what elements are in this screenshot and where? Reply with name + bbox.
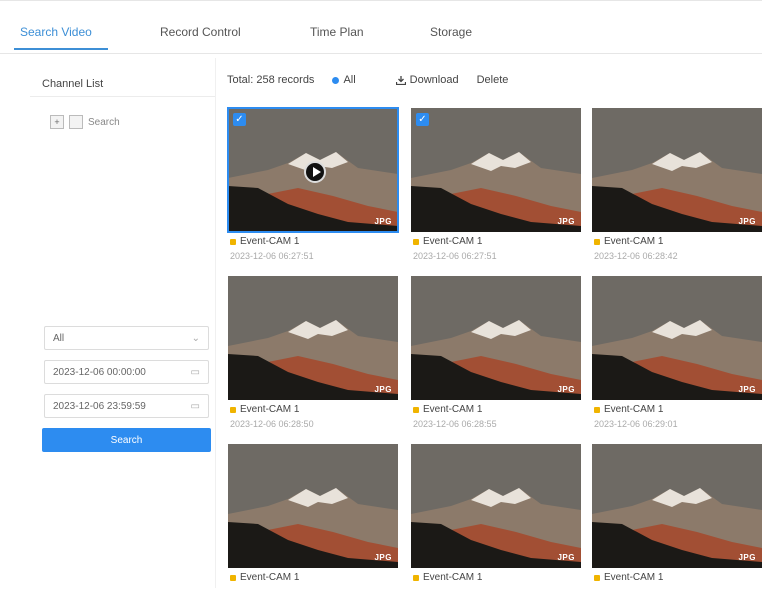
download-button[interactable]: Download — [395, 74, 459, 86]
recording-thumbnail[interactable]: JPG — [411, 444, 581, 568]
capture-time: 2023-12-06 06:27:51 — [413, 251, 497, 261]
camera-name: Event-CAM 1 — [413, 404, 482, 415]
camera-name-text: Event-CAM 1 — [604, 236, 664, 247]
play-icon[interactable] — [304, 161, 326, 183]
event-badge-icon — [413, 574, 419, 581]
camera-name: Event-CAM 1 — [230, 236, 299, 247]
capture-time: 2023-12-06 06:29:01 — [594, 419, 678, 429]
start-time-value: 2023-12-06 00:00:00 — [53, 366, 146, 378]
camera-name-text: Event-CAM 1 — [240, 572, 300, 583]
tab-record-control[interactable]: Record Control — [160, 25, 241, 39]
channel-tree-label: Search — [88, 116, 120, 128]
tab-search-video[interactable]: Search Video — [20, 25, 92, 39]
mountain-snapshot — [411, 444, 581, 568]
event-badge-icon — [594, 406, 600, 413]
camera-name-text: Event-CAM 1 — [423, 572, 483, 583]
camera-name-text: Event-CAM 1 — [240, 404, 300, 415]
download-label: Download — [409, 74, 459, 86]
type-select[interactable]: All ⌄ — [44, 326, 209, 350]
select-all-toggle[interactable]: All — [332, 74, 356, 86]
file-type-tag: JPG — [738, 217, 756, 226]
recording-thumbnail[interactable]: JPG — [228, 276, 398, 400]
event-badge-icon — [230, 238, 236, 245]
chevron-down-icon: ⌄ — [191, 332, 200, 344]
recording-thumbnail[interactable]: JPG — [592, 444, 762, 568]
camera-name-text: Event-CAM 1 — [423, 404, 483, 415]
camera-name-text: Event-CAM 1 — [240, 236, 300, 247]
calendar-icon: ▭ — [190, 366, 200, 378]
checkbox-icon[interactable]: ✓ — [233, 113, 246, 126]
tab-storage[interactable]: Storage — [430, 25, 472, 39]
mountain-snapshot — [592, 276, 762, 400]
event-badge-icon — [594, 238, 600, 245]
camera-name: Event-CAM 1 — [230, 572, 299, 583]
checkbox-icon[interactable]: ✓ — [416, 113, 429, 126]
tab-time-plan[interactable]: Time Plan — [310, 25, 364, 39]
camera-name-text: Event-CAM 1 — [604, 572, 664, 583]
camera-name: Event-CAM 1 — [230, 404, 299, 415]
camera-name-text: Event-CAM 1 — [423, 236, 483, 247]
radio-icon — [332, 76, 340, 84]
capture-time: 2023-12-06 06:28:42 — [594, 251, 678, 261]
calendar-icon: ▭ — [190, 400, 200, 412]
recording-thumbnail[interactable]: JPG — [592, 276, 762, 400]
camera-name: Event-CAM 1 — [594, 572, 663, 583]
recording-thumbnail[interactable]: ✓ JPG — [227, 107, 399, 233]
recording-thumbnail[interactable]: JPG — [228, 444, 398, 568]
expand-icon[interactable]: + — [50, 115, 64, 129]
file-type-tag: JPG — [557, 217, 575, 226]
event-badge-icon — [230, 406, 236, 413]
mountain-snapshot — [592, 108, 762, 232]
end-time-value: 2023-12-06 23:59:59 — [53, 400, 146, 412]
camera-name: Event-CAM 1 — [413, 572, 482, 583]
recording-thumbnail[interactable]: JPG — [592, 108, 762, 232]
event-badge-icon — [413, 406, 419, 413]
active-tab-indicator — [14, 48, 108, 50]
mountain-snapshot — [411, 276, 581, 400]
delete-button[interactable]: Delete — [477, 74, 509, 86]
channel-tree-item[interactable]: + Search — [50, 114, 120, 130]
total-records: Total: 258 records — [227, 74, 315, 86]
camera-name: Event-CAM 1 — [594, 404, 663, 415]
camera-name: Event-CAM 1 — [413, 236, 482, 247]
results-toolbar: Total: 258 records All Download Delete — [227, 72, 526, 88]
file-type-tag: JPG — [374, 385, 392, 394]
file-type-tag: JPG — [557, 553, 575, 562]
file-type-tag: JPG — [374, 217, 392, 226]
end-time-field[interactable]: 2023-12-06 23:59:59 ▭ — [44, 394, 209, 418]
file-type-tag: JPG — [738, 553, 756, 562]
camera-name: Event-CAM 1 — [594, 236, 663, 247]
select-all-label: All — [343, 74, 356, 86]
capture-time: 2023-12-06 06:28:50 — [230, 419, 314, 429]
mountain-snapshot — [411, 108, 581, 232]
search-button[interactable]: Search — [42, 428, 211, 452]
capture-time: 2023-12-06 06:27:51 — [230, 251, 314, 261]
start-time-field[interactable]: 2023-12-06 00:00:00 ▭ — [44, 360, 209, 384]
recording-thumbnail[interactable]: JPG — [411, 276, 581, 400]
capture-time: 2023-12-06 06:28:55 — [413, 419, 497, 429]
mountain-snapshot — [592, 444, 762, 568]
event-badge-icon — [230, 574, 236, 581]
sidebar-divider — [30, 96, 215, 97]
file-type-tag: JPG — [557, 385, 575, 394]
download-icon — [395, 75, 406, 85]
recording-thumbnail[interactable]: ✓ JPG — [411, 108, 581, 232]
event-badge-icon — [413, 238, 419, 245]
event-badge-icon — [594, 574, 600, 581]
camera-name-text: Event-CAM 1 — [604, 404, 664, 415]
file-type-tag: JPG — [374, 553, 392, 562]
mountain-snapshot — [228, 444, 398, 568]
checkbox-icon[interactable] — [69, 115, 83, 129]
type-select-value: All — [53, 332, 65, 344]
mountain-snapshot — [228, 276, 398, 400]
file-type-tag: JPG — [738, 385, 756, 394]
channel-list-title: Channel List — [42, 78, 104, 90]
tab-bar: Search Video Record Control Time Plan St… — [0, 0, 762, 54]
sidebar: Channel List + Search All ⌄ 2023-12-06 0… — [30, 58, 216, 588]
